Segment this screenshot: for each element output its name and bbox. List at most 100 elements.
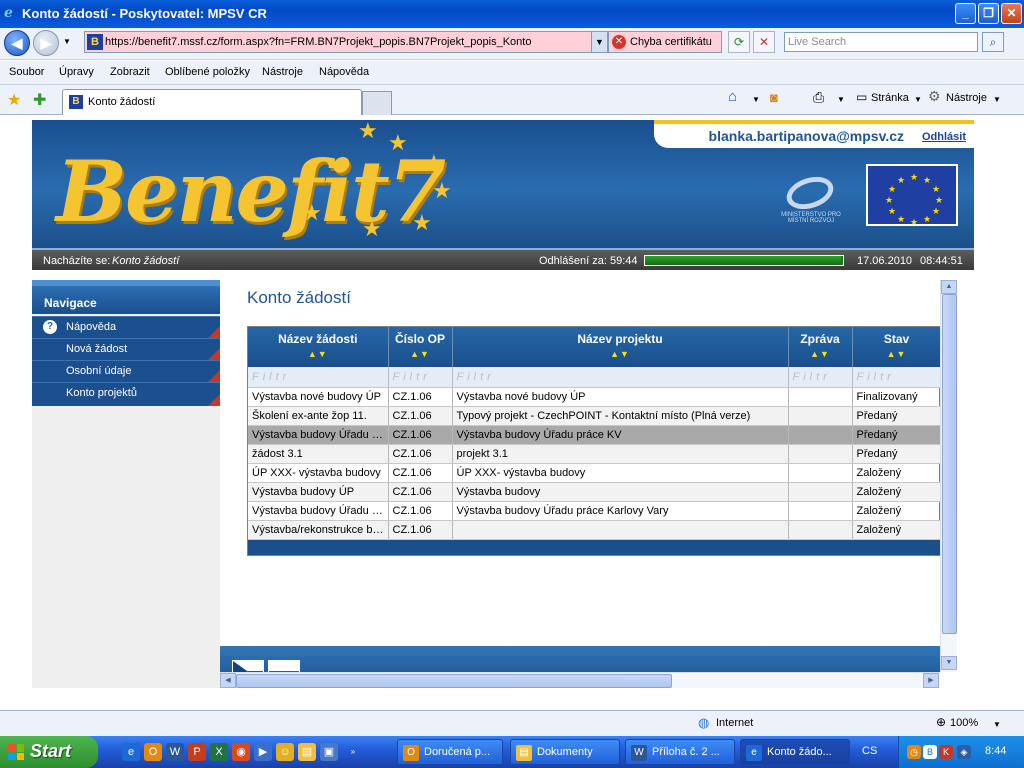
horizontal-scrollbar[interactable]: ◀ ▶: [220, 672, 940, 688]
table-row[interactable]: Výstavba budovy Úřadu práce KVCZ.1.06Výs…: [248, 425, 942, 445]
filter-input-cislo-op[interactable]: Filtr: [388, 367, 453, 388]
column-header-nazev-zadosti[interactable]: Název žádosti ▲▼: [248, 327, 389, 367]
table-row[interactable]: ÚP XXX- výstavba budovy CZ.1.06 ÚP XXX- vý…: [248, 463, 942, 483]
main-content: Konto žádostí Název žádosti ▲▼ Číslo OP ▲▼…: [220, 280, 942, 646]
rss-feed-icon[interactable]: ◙: [770, 90, 778, 105]
zoom-level[interactable]: 100%: [950, 717, 978, 729]
sort-arrows-icon[interactable]: ▲▼: [248, 349, 388, 359]
vertical-scrollbar[interactable]: ▲ ▼: [940, 280, 957, 672]
close-button[interactable]: ✕: [1001, 3, 1022, 24]
quicklaunch-media-icon[interactable]: ▶: [254, 743, 272, 761]
cell-nazev: ÚP XXX- výstavba budovy: [248, 463, 389, 483]
taskbar-item-konto[interactable]: e Konto žádo...: [740, 739, 850, 765]
table-row[interactable]: žádost 3.1 CZ.1.06 projekt 3.1 Předaný: [248, 444, 942, 464]
sidebar-item-konto-projektu[interactable]: Konto projektů: [32, 382, 220, 406]
forward-button[interactable]: ▶: [33, 30, 59, 56]
tray-network-icon[interactable]: ◈: [957, 745, 971, 759]
filter-input-stav[interactable]: Filtr: [852, 367, 942, 388]
history-dropdown-icon[interactable]: ▼: [63, 37, 71, 46]
column-header-stav[interactable]: Stav ▲▼: [852, 327, 942, 367]
menu-zobrazit[interactable]: Zobrazit: [110, 66, 150, 78]
scroll-down-icon[interactable]: ▼: [941, 656, 957, 670]
quicklaunch-outlook-icon[interactable]: O: [144, 743, 162, 761]
tab-konto-zadosti[interactable]: B Konto žádostí: [62, 89, 362, 115]
table-row[interactable]: Výstavba/rekonstrukce budovy CZ.1.06 Založ…: [248, 520, 942, 540]
clock[interactable]: 8:44: [985, 745, 1006, 757]
quicklaunch-desktop-icon[interactable]: ▣: [320, 743, 338, 761]
quicklaunch-expand-icon[interactable]: »: [344, 743, 362, 761]
address-dropdown-icon[interactable]: ▼: [591, 32, 607, 52]
sidebar-item-nova-zadost[interactable]: Nová žádost: [32, 338, 220, 360]
menu-oblibene[interactable]: Oblíbené položky: [165, 66, 250, 78]
sidebar-item-napoveda[interactable]: ? Nápověda: [32, 316, 220, 338]
cell-nazev: žádost 3.1: [248, 444, 389, 464]
start-button[interactable]: Start: [0, 736, 98, 768]
taskbar-item-inbox[interactable]: O Doručená p...: [397, 739, 503, 765]
search-icon[interactable]: ⌕: [982, 32, 1004, 52]
zoom-dropdown-icon[interactable]: ▼: [993, 720, 1001, 729]
tray-clock-icon[interactable]: ◷: [907, 745, 921, 759]
table-row[interactable]: Výstavba budovy Úřadu práce Karlovy Vary…: [248, 501, 942, 521]
scroll-up-icon[interactable]: ▲: [941, 280, 957, 294]
address-bar[interactable]: B https://benefit7.mssf.cz/form.aspx?fn=…: [84, 31, 608, 53]
search-input[interactable]: Live Search: [784, 32, 978, 52]
tools-menu[interactable]: Nástroje: [946, 92, 987, 104]
favorites-star-icon[interactable]: ★: [7, 90, 21, 110]
scrollbar-thumb[interactable]: [942, 294, 957, 634]
tools-dropdown-icon[interactable]: ▼: [993, 95, 1001, 104]
print-icon[interactable]: ⎙: [813, 89, 824, 106]
scroll-left-icon[interactable]: ◀: [220, 673, 236, 688]
table-row[interactable]: Školení ex-ante žop 11. CZ.1.06 Typový pro…: [248, 406, 942, 426]
stop-button[interactable]: ✕: [753, 31, 775, 53]
quicklaunch-folder-icon[interactable]: ▤: [298, 743, 316, 761]
menu-upravy[interactable]: Úpravy: [59, 66, 94, 78]
quicklaunch-word-icon[interactable]: W: [166, 743, 184, 761]
filter-input-nazev-projektu[interactable]: Filtr: [452, 367, 789, 388]
new-tab-button[interactable]: [362, 91, 392, 115]
scroll-right-icon[interactable]: ▶: [923, 673, 939, 688]
quicklaunch-excel-icon[interactable]: X: [210, 743, 228, 761]
menu-nastroje[interactable]: Nástroje: [262, 66, 303, 78]
column-header-cislo-op[interactable]: Číslo OP ▲▼: [388, 327, 453, 367]
refresh-button[interactable]: ⟳: [728, 31, 750, 53]
sort-arrows-icon[interactable]: ▲▼: [853, 349, 941, 359]
logout-timer-label: Odhlášení za:: [539, 255, 607, 267]
table-row[interactable]: Výstavba budovy ÚP CZ.1.06 Výstavba budovy…: [248, 482, 942, 502]
column-header-zprava[interactable]: Zpráva ▲▼: [788, 327, 853, 367]
quicklaunch-powerpoint-icon[interactable]: P: [188, 743, 206, 761]
page-dropdown-icon[interactable]: ▼: [914, 95, 922, 104]
page-title: Konto žádostí: [247, 288, 351, 307]
print-dropdown-icon[interactable]: ▼: [837, 95, 845, 104]
taskbar-item-dokumenty[interactable]: ▤ Dokumenty: [510, 739, 620, 765]
tray-antivirus-icon[interactable]: K: [939, 745, 953, 759]
sort-arrows-icon[interactable]: ▲▼: [389, 349, 452, 359]
filter-input-zprava[interactable]: Filtr: [788, 367, 853, 388]
column-header-nazev-projektu[interactable]: Název projektu ▲▼: [452, 327, 789, 367]
sidebar-item-osobni-udaje[interactable]: Osobní údaje: [32, 360, 220, 382]
menu-napoveda[interactable]: Nápověda: [319, 66, 369, 78]
taskbar-item-priloha[interactable]: W Příloha č. 2 ...: [625, 739, 735, 765]
certificate-error-button[interactable]: ✕ Chyba certifikátu: [608, 31, 722, 53]
sort-arrows-icon[interactable]: ▲▼: [453, 349, 788, 359]
quicklaunch-messenger-icon[interactable]: ☺: [276, 743, 294, 761]
home-icon[interactable]: ⌂: [728, 88, 737, 105]
maximize-button[interactable]: ❐: [978, 3, 999, 24]
location-value: Konto žádostí: [112, 255, 180, 267]
logout-link[interactable]: Odhlásit: [922, 131, 966, 143]
quicklaunch-firefox-icon[interactable]: ◉: [232, 743, 250, 761]
sort-arrows-icon[interactable]: ▲▼: [789, 349, 852, 359]
quicklaunch-ie-icon[interactable]: e: [122, 743, 140, 761]
scrollbar-thumb[interactable]: [236, 674, 672, 688]
menu-soubor[interactable]: Soubor: [9, 66, 44, 78]
zone-label: Internet: [716, 717, 754, 729]
back-button[interactable]: ◀: [4, 30, 30, 56]
page-menu[interactable]: Stránka: [871, 92, 909, 104]
language-indicator[interactable]: CS: [862, 745, 877, 757]
home-dropdown-icon[interactable]: ▼: [752, 95, 760, 104]
table-row[interactable]: Výstavba nové budovy ÚP CZ.1.06 Výstavba n…: [248, 387, 942, 407]
grid-header-row: Název žádosti ▲▼ Číslo OP ▲▼ Název projekt…: [248, 327, 942, 367]
filter-input-nazev-zadosti[interactable]: Filtr: [248, 367, 389, 388]
tray-bd-icon[interactable]: B: [923, 745, 937, 759]
minimize-button[interactable]: _: [955, 3, 976, 24]
add-favorite-icon[interactable]: ✚: [33, 90, 46, 110]
